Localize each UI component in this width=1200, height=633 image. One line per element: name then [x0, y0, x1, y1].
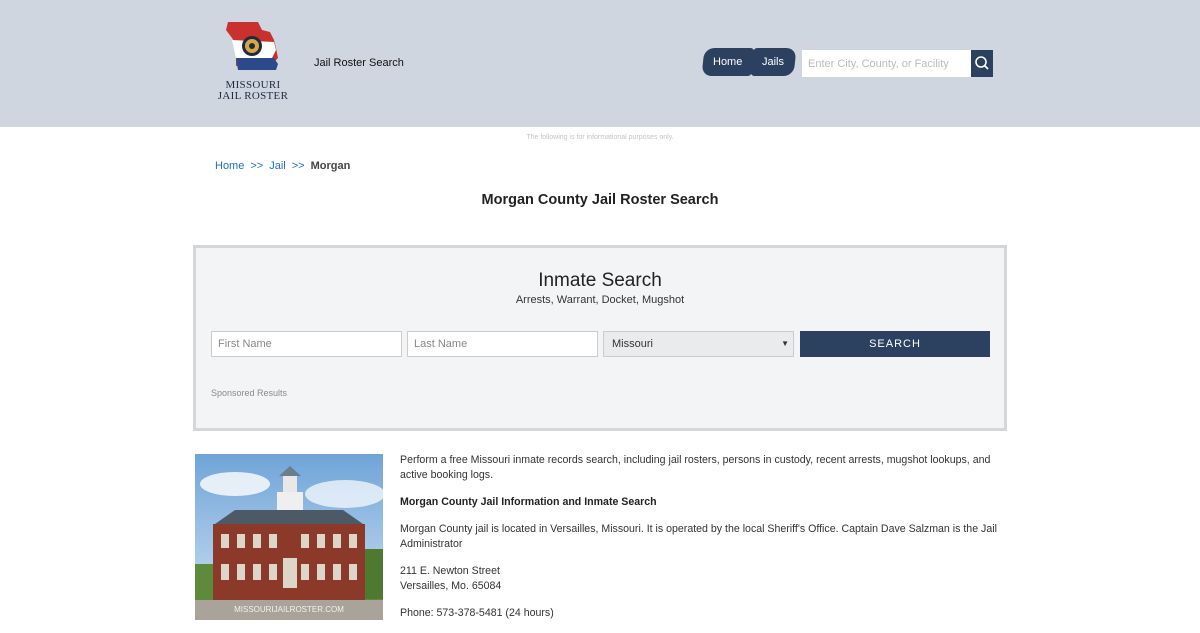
nav-home-label: Home: [713, 56, 743, 68]
sponsored-results-label: Sponsored Results: [211, 388, 288, 398]
breadcrumb-jail-link[interactable]: Jail: [269, 160, 286, 172]
nav-jails-button[interactable]: Jails: [750, 48, 797, 76]
info-heading: Morgan County Jail Information and Inmat…: [400, 496, 657, 508]
nav-jails-label: Jails: [762, 56, 785, 68]
nav-home-button[interactable]: Home: [701, 48, 755, 76]
chevron-down-icon: ▼: [781, 339, 789, 348]
inmate-search-panel: Inmate Search Arrests, Warrant, Docket, …: [193, 245, 1007, 431]
jail-info-content: Perform a free Missouri inmate records s…: [400, 453, 1000, 633]
first-name-input[interactable]: [211, 331, 402, 357]
state-select-value: Missouri: [612, 338, 653, 350]
disclaimer-text: The following is for informational purpo…: [526, 134, 674, 141]
state-select[interactable]: Missouri ▼: [603, 331, 794, 357]
intro-paragraph: Perform a free Missouri inmate records s…: [400, 454, 991, 481]
photo-watermark: MISSOURIJAILROSTER.COM: [234, 605, 344, 614]
breadcrumb-home-link[interactable]: Home: [215, 160, 244, 172]
address-line-1: 211 E. Newton Street: [400, 565, 500, 577]
search-submit-button[interactable]: [971, 50, 993, 77]
logo-text: MISSOURI JAIL ROSTER: [214, 80, 292, 102]
breadcrumb: Home >> Jail >> Morgan: [215, 160, 350, 172]
address-line-2: Versailles, Mo. 65084: [400, 580, 502, 592]
search-icon: [975, 56, 989, 70]
address-block: 211 E. Newton Street Versailles, Mo. 650…: [400, 564, 1000, 594]
site-title[interactable]: Jail Roster Search: [314, 57, 404, 69]
page-title: Morgan County Jail Roster Search: [481, 192, 719, 208]
breadcrumb-current: Morgan: [310, 160, 351, 172]
missouri-map-logo-icon: [226, 22, 278, 70]
site-header: MISSOURI JAIL ROSTER Jail Roster Search …: [0, 0, 1200, 127]
last-name-input[interactable]: [407, 331, 598, 357]
phone-text: Phone: 573-378-5481 (24 hours): [400, 607, 554, 619]
logo-line-jail-roster: JAIL ROSTER: [217, 90, 289, 102]
site-logo[interactable]: MISSOURI JAIL ROSTER: [214, 18, 292, 108]
inmate-search-title: Inmate Search: [538, 270, 662, 291]
inmate-search-button[interactable]: SEARCH: [800, 331, 990, 357]
breadcrumb-separator: >>: [250, 160, 264, 172]
breadcrumb-separator: >>: [291, 160, 305, 172]
courthouse-image: MISSOURIJAILROSTER.COM: [195, 454, 383, 620]
inmate-search-subtitle: Arrests, Warrant, Docket, Mugshot: [515, 294, 685, 306]
description-paragraph: Morgan County jail is located in Versail…: [400, 523, 997, 550]
facility-search-input[interactable]: [802, 50, 972, 77]
courthouse-photo: MISSOURIJAILROSTER.COM: [195, 454, 383, 620]
